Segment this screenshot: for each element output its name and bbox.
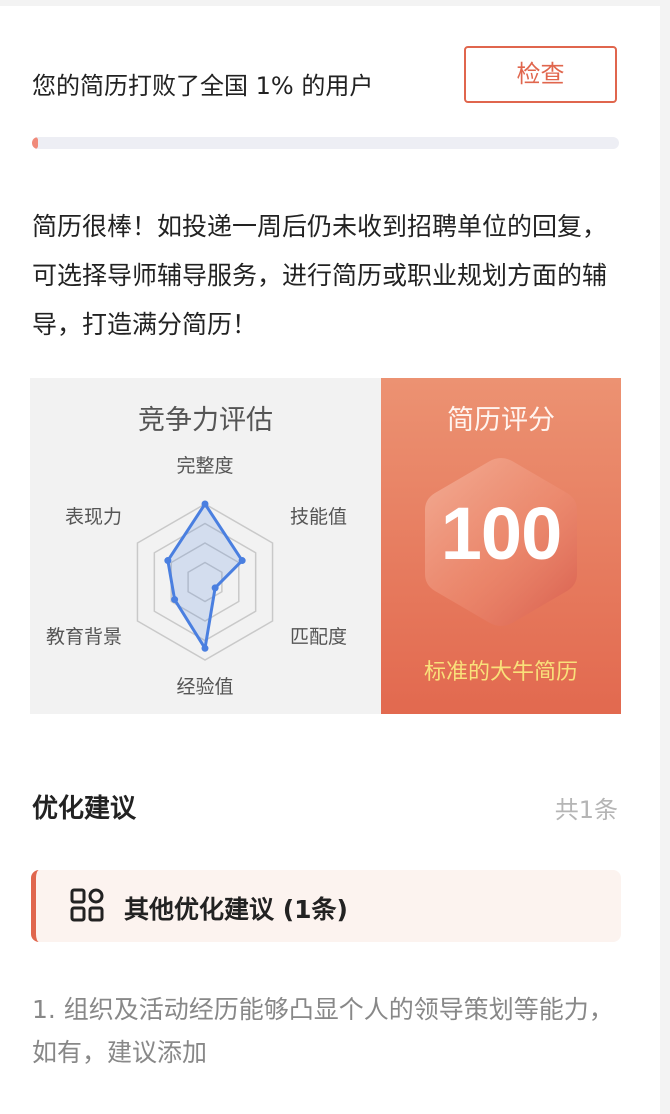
- score-title: 简历评分: [447, 405, 555, 436]
- rank-text: 您的简历打败了全国 1% 的用户: [32, 72, 374, 100]
- optimization-title: 优化建议: [32, 794, 137, 824]
- radar-axis-label: 表现力: [65, 506, 122, 528]
- rank-progress-fill: [32, 137, 38, 149]
- score-subtitle: 标准的大牛简历: [423, 660, 578, 685]
- optimization-count: 共1条: [554, 796, 618, 824]
- radar-series: [166, 502, 244, 650]
- radar-axis-label: 经验值: [176, 676, 233, 698]
- competitiveness-title: 竞争力评估: [138, 405, 273, 436]
- radar-point: [238, 557, 246, 565]
- score-panel: 简历评分 100 标准的大牛简历: [381, 378, 621, 714]
- check-button[interactable]: 检查: [464, 46, 617, 103]
- radar-axis-label: 匹配度: [290, 626, 347, 648]
- optimization-group-label: 其他优化建议 (1条): [124, 895, 348, 924]
- radar-point: [171, 596, 179, 604]
- radar-point: [201, 644, 209, 652]
- competitiveness-panel: 完整度技能值匹配度经验值 教育背景 表现力 竞争力评估: [30, 378, 381, 714]
- radar-point: [164, 557, 172, 565]
- radar-axis-label: 技能值: [290, 506, 347, 528]
- grid-icon: [70, 888, 104, 922]
- radar-axis-label: 教育背景: [46, 626, 122, 648]
- radar-point: [211, 584, 219, 592]
- radar-axis-label: 完整度: [176, 455, 233, 477]
- optimization-group[interactable]: 其他优化建议 (1条): [31, 870, 621, 942]
- summary-text: 简历很棒！如投递一周后仍未收到招聘单位的回复，可选择导师辅导服务，进行简历或职业…: [32, 212, 608, 339]
- suggestion-item: 1. 组织及活动经历能够凸显个人的领导策划等能力，如有，建议添加: [32, 995, 614, 1067]
- resume-result-card: 您的简历打败了全国 1% 的用户 检查 简历很棒！如投递一周后仍未收到招聘单位的…: [0, 6, 660, 1114]
- score-value: 100: [440, 492, 562, 575]
- rank-progress-bar: [32, 137, 619, 149]
- radar-point: [201, 500, 209, 508]
